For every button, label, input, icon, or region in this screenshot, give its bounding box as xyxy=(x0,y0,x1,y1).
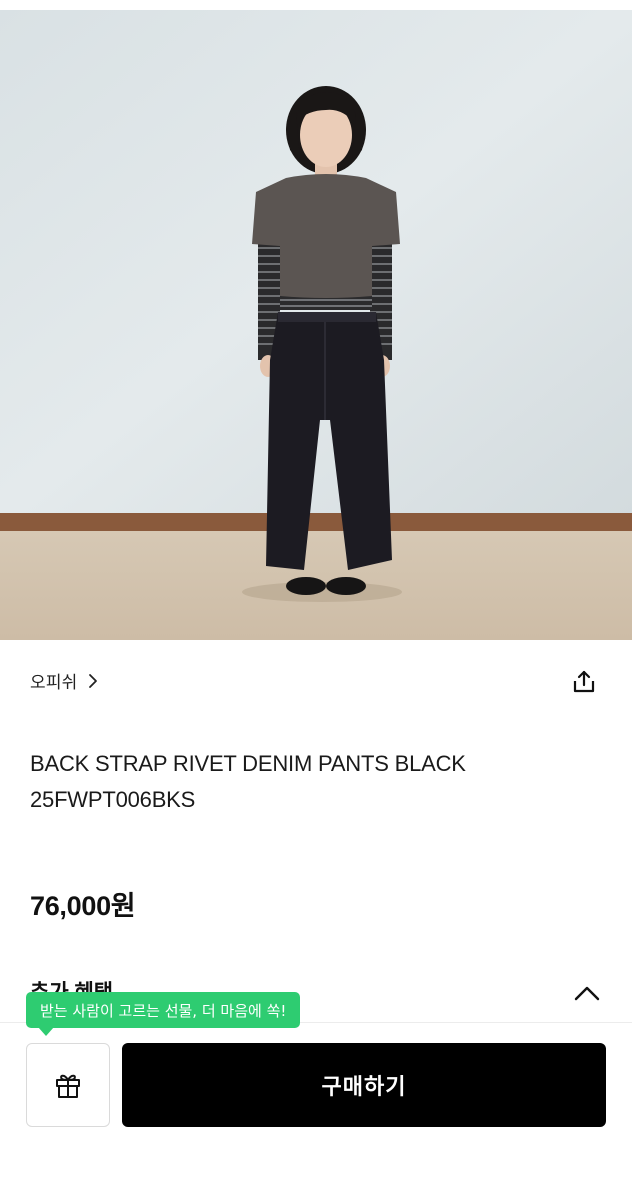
product-title-name: BACK STRAP RIVET DENIM PANTS BLACK xyxy=(30,751,466,776)
product-photo[interactable] xyxy=(0,0,632,640)
bottom-action-bar: 구매하기 xyxy=(0,1022,632,1200)
gift-tooltip: 받는 사람이 고르는 선물, 더 마음에 쏙! xyxy=(26,992,301,1028)
chevron-up-icon[interactable] xyxy=(572,980,602,1006)
buy-button[interactable]: 구매하기 xyxy=(122,1043,606,1127)
share-icon[interactable] xyxy=(570,668,598,696)
product-photo-illustration xyxy=(0,0,632,640)
product-detail-screen: 오피쉬 BACK STRAP RIVET DENIM PANTS BLACK 2… xyxy=(0,0,632,1200)
gift-tooltip-arrow xyxy=(38,1027,54,1036)
product-title: BACK STRAP RIVET DENIM PANTS BLACK 25FWP… xyxy=(30,746,610,818)
chevron-right-icon xyxy=(88,673,97,688)
product-price: 76,000원 xyxy=(30,891,136,921)
gift-button[interactable] xyxy=(26,1043,110,1127)
gift-icon xyxy=(56,1074,80,1098)
brand-link[interactable]: 오피쉬 xyxy=(30,668,98,693)
brand-name: 오피쉬 xyxy=(30,673,78,692)
product-code: 25FWPT006BKS xyxy=(30,787,196,812)
